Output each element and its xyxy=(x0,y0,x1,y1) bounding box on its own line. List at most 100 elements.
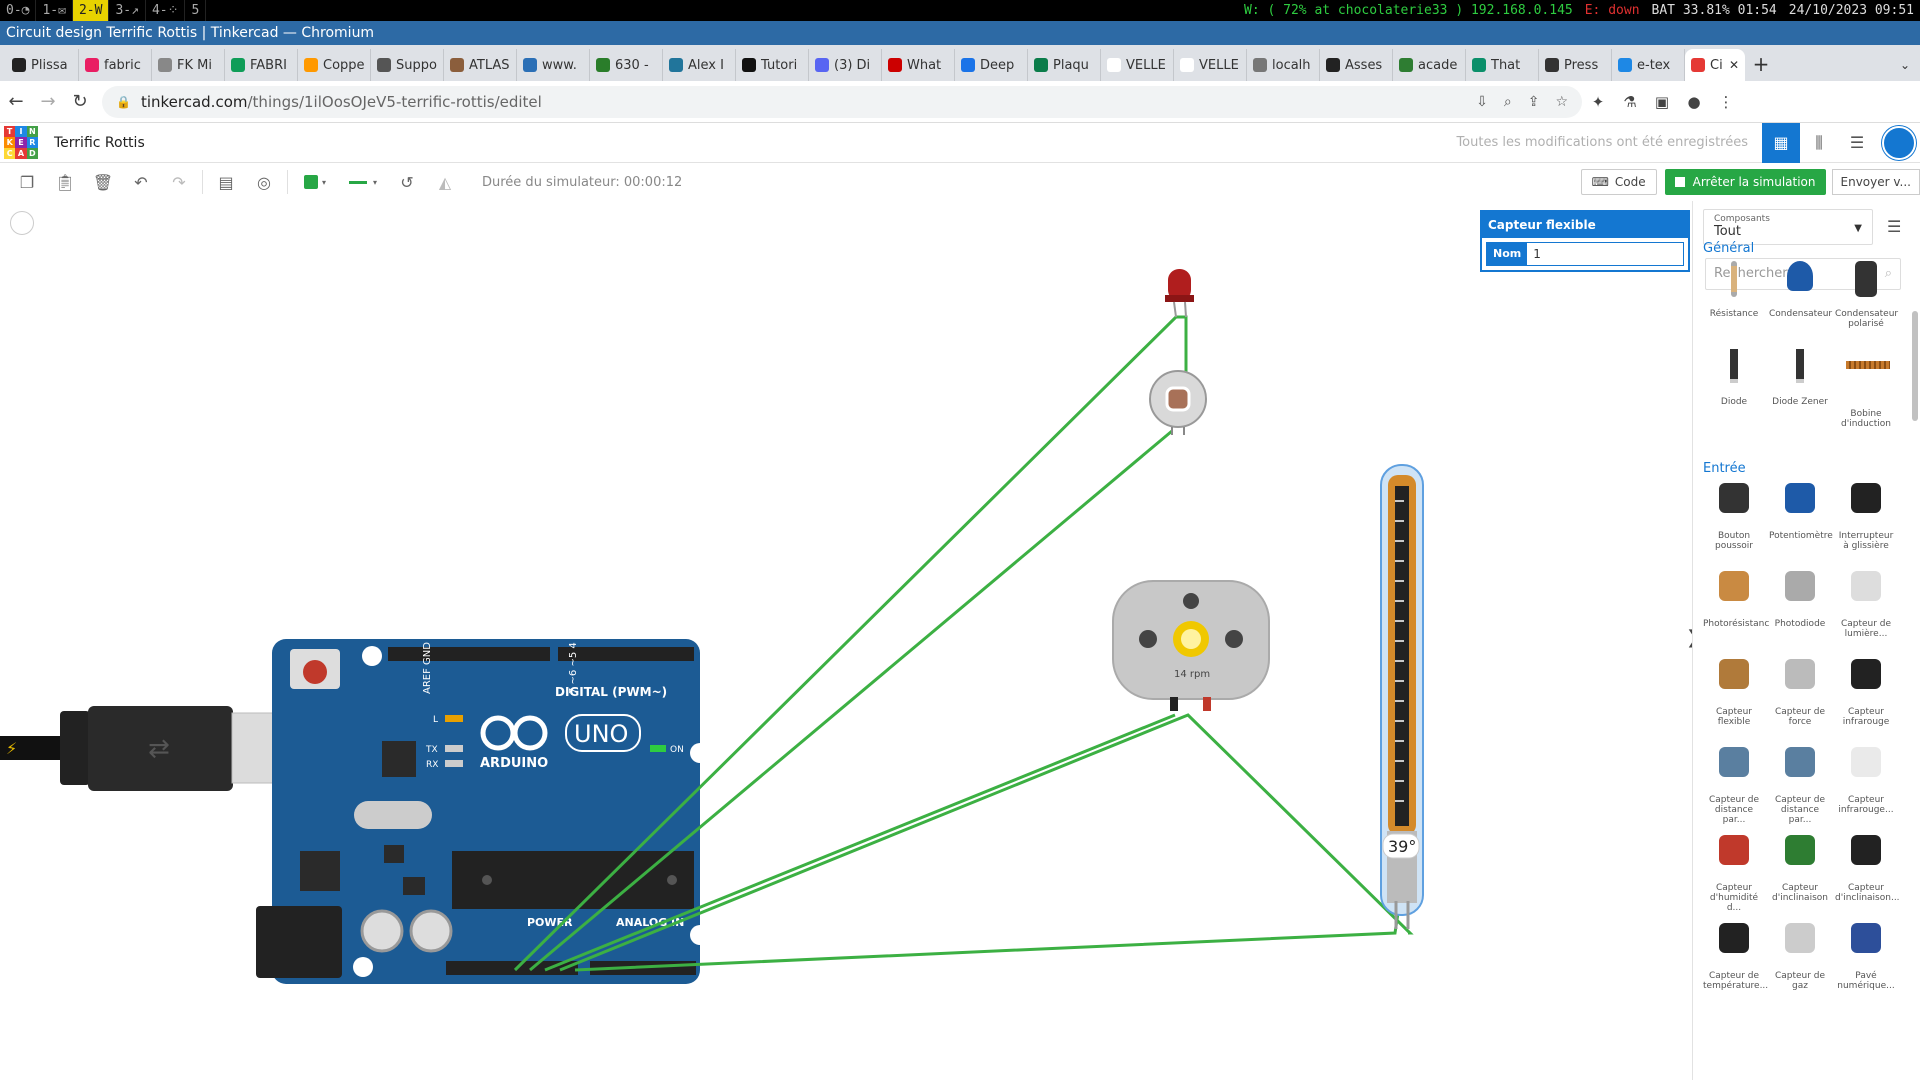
tab-10[interactable]: Tutori xyxy=(736,49,809,81)
component-tile[interactable]: Capteur d'humidité d... xyxy=(1703,829,1765,913)
logo-letter: E xyxy=(15,136,27,149)
forward-icon[interactable]: → xyxy=(32,91,64,112)
name-input[interactable]: 1 xyxy=(1527,243,1683,265)
tinkercad-logo[interactable]: TINKERCAD xyxy=(4,125,38,160)
component-tile[interactable]: Capteur de température... xyxy=(1703,917,1768,995)
component-label: Capteur de lumière... xyxy=(1840,619,1892,639)
new-tab-button[interactable]: + xyxy=(1745,49,1777,81)
workspace-4[interactable]: 4-⁘ xyxy=(146,0,186,21)
undo-icon[interactable]: ↶ xyxy=(122,167,160,197)
list-view-icon[interactable]: ☰ xyxy=(1887,217,1901,236)
circuit-view-icon[interactable]: ▦ xyxy=(1762,122,1800,163)
extension-puzzle-icon[interactable]: ✦ xyxy=(1582,93,1614,111)
component-label: Photorésistanc xyxy=(1703,619,1770,629)
tab-19[interactable]: acade xyxy=(1393,49,1466,81)
avatar[interactable] xyxy=(1882,125,1916,160)
zoom-icon[interactable]: ⌕ xyxy=(1504,94,1512,110)
component-tile[interactable]: Capteur de lumière... xyxy=(1835,565,1897,643)
components-select[interactable]: Composants Tout ▼ xyxy=(1703,209,1873,245)
tab-14[interactable]: Plaqu xyxy=(1028,49,1101,81)
component-tile[interactable]: Diode xyxy=(1703,345,1765,423)
stop-simulation-button[interactable]: Arrêter la simulation xyxy=(1664,169,1826,195)
component-tile[interactable]: Diode Zener xyxy=(1769,345,1831,423)
component-tile[interactable]: Capteur infrarouge... xyxy=(1835,741,1897,819)
bookmark-star-icon[interactable]: ☆ xyxy=(1555,94,1568,110)
close-tab-icon[interactable]: ✕ xyxy=(1729,58,1739,72)
tab-6[interactable]: ATLAS xyxy=(444,49,517,81)
component-tile[interactable]: Bobine d'induction xyxy=(1835,345,1897,429)
tab-5[interactable]: Suppo xyxy=(371,49,444,81)
component-tile[interactable]: Interrupteur à glissière xyxy=(1835,477,1897,555)
tab-20[interactable]: That xyxy=(1466,49,1539,81)
workspace-2[interactable]: 2-W xyxy=(72,0,110,21)
address-bar[interactable]: 🔒 tinkercad.com/things/1ilOosOJeV5-terri… xyxy=(102,85,1582,118)
component-tile[interactable]: Condensateur polarisé xyxy=(1835,257,1898,335)
back-icon[interactable]: ← xyxy=(0,91,32,112)
component-tile[interactable]: Capteur de force xyxy=(1769,653,1831,731)
send-button[interactable]: Envoyer v... xyxy=(1831,169,1920,195)
tab-7[interactable]: www. xyxy=(517,49,590,81)
code-button[interactable]: ⌨ Code xyxy=(1580,169,1657,195)
component-tile[interactable]: Capteur de distance par... xyxy=(1703,741,1765,825)
tab-search-icon[interactable]: ⌄ xyxy=(1890,49,1920,81)
copy-icon[interactable]: ❐ xyxy=(8,167,46,197)
tab-2[interactable]: FK Mi xyxy=(152,49,225,81)
rotate-icon[interactable]: ↺ xyxy=(388,167,426,197)
panel-scrollbar[interactable] xyxy=(1912,311,1918,421)
schematic-view-icon[interactable]: ⫼ xyxy=(1800,123,1838,163)
component-tile[interactable]: Capteur d'inclinaison xyxy=(1769,829,1831,907)
circuit-canvas[interactable]: ⇄ ⚡ DIGITAL (PWM~) AREF GND 13 12 ~11 ~1… xyxy=(0,201,1701,1080)
tab-12[interactable]: What xyxy=(882,49,955,81)
paste-icon[interactable]: 📋︎ xyxy=(46,167,84,197)
install-icon[interactable]: ⇩ xyxy=(1476,94,1488,110)
notes-toggle-icon[interactable]: ◎ xyxy=(245,167,283,197)
mirror-icon[interactable]: ◭ xyxy=(426,167,464,197)
wire-style-button[interactable]: ▾ xyxy=(338,167,388,197)
component-tile[interactable]: Capteur d'inclinaison... xyxy=(1835,829,1900,907)
note-icon[interactable]: ▤ xyxy=(207,167,245,197)
component-tile[interactable]: Capteur flexible xyxy=(1703,653,1765,731)
workspace-1[interactable]: 1-✉ xyxy=(36,0,73,21)
component-tile[interactable]: Potentiomètre xyxy=(1769,477,1833,555)
component-tile[interactable]: Condensateur xyxy=(1769,257,1832,335)
tab-11[interactable]: (3) Di xyxy=(809,49,882,81)
tab-22[interactable]: e-tex xyxy=(1612,49,1685,81)
sidebar-icon[interactable]: ▣ xyxy=(1646,93,1678,111)
tab-9[interactable]: Alex I xyxy=(663,49,736,81)
tab-16[interactable]: VELLE xyxy=(1174,49,1247,81)
components-panel: Composants Tout ▼ ☰ Rechercher ⌕ Général… xyxy=(1692,201,1920,1080)
redo-icon[interactable]: ↷ xyxy=(160,167,198,197)
color-picker-button[interactable]: ▾ xyxy=(292,167,338,197)
tab-0[interactable]: Plissa xyxy=(6,49,79,81)
tab-23[interactable]: Ci ✕ xyxy=(1685,49,1745,81)
tab-favicon-icon xyxy=(377,58,391,72)
component-tile[interactable]: Photodiode xyxy=(1769,565,1831,643)
tab-13[interactable]: Deep xyxy=(955,49,1028,81)
workspace-5[interactable]: 5 xyxy=(185,0,207,21)
tab-3[interactable]: FABRI xyxy=(225,49,298,81)
tab-15[interactable]: VELLE xyxy=(1101,49,1174,81)
component-tile[interactable]: Bouton poussoir xyxy=(1703,477,1765,555)
component-tile[interactable]: Photorésistanc xyxy=(1703,565,1770,643)
flask-icon[interactable]: ⚗ xyxy=(1614,93,1646,111)
tab-21[interactable]: Press xyxy=(1539,49,1612,81)
profile-icon[interactable]: ● xyxy=(1678,93,1710,111)
delete-icon[interactable]: 🗑︎ xyxy=(84,167,122,197)
workspace-0[interactable]: 0-◔ xyxy=(0,0,37,21)
component-list-icon[interactable]: ☰ xyxy=(1838,123,1876,163)
tab-4[interactable]: Coppe xyxy=(298,49,371,81)
component-tile[interactable]: Capteur de distance par... xyxy=(1769,741,1831,825)
reload-icon[interactable]: ↻ xyxy=(64,91,96,112)
component-tile[interactable]: Pavé numérique... xyxy=(1835,917,1897,995)
component-tile[interactable]: Capteur infrarouge xyxy=(1835,653,1897,731)
tab-1[interactable]: fabric xyxy=(79,49,152,81)
tab-18[interactable]: Asses xyxy=(1320,49,1393,81)
workspace-3[interactable]: 3-↗ xyxy=(109,0,146,21)
tab-8[interactable]: 630 - xyxy=(590,49,663,81)
component-tile[interactable]: Résistance xyxy=(1703,257,1765,335)
project-name[interactable]: Terrific Rottis xyxy=(54,135,145,151)
tab-17[interactable]: localh xyxy=(1247,49,1320,81)
component-tile[interactable]: Capteur de gaz xyxy=(1769,917,1831,995)
menu-kebab-icon[interactable]: ⋮ xyxy=(1710,93,1742,111)
share-icon[interactable]: ⇪ xyxy=(1528,94,1540,110)
